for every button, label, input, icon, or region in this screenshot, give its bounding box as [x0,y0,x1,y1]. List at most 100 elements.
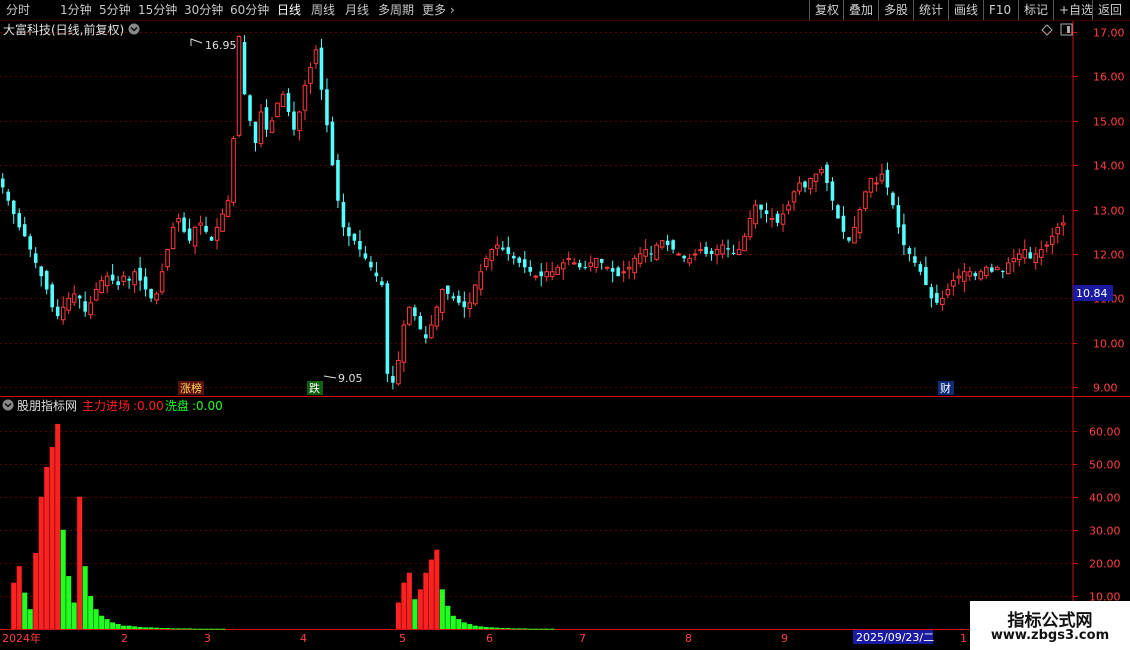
candle-body-down [242,42,247,95]
period-multi[interactable]: 多周期 [378,0,414,20]
bar-washout [132,626,138,629]
candle-body-up [1055,226,1061,235]
period-1min[interactable]: 1分钟 [60,0,92,20]
main-y-tick-label: 9.00 [1093,382,1118,395]
x-label-may: 5 [399,632,406,645]
candle-body-up [637,253,643,264]
candle-body-down [671,240,675,250]
candle-body-up [687,257,692,264]
candle-body-down [825,164,829,183]
bar-washout [522,628,528,630]
candle-body-up [791,191,797,203]
candle-body-down [577,263,582,268]
candle-body-down [528,267,533,272]
main-y-tick-label: 12.00 [1093,249,1125,262]
bar-washout [22,592,28,629]
candle-body-down [462,301,467,308]
bar-washout [483,627,489,629]
candle-body-down [363,253,368,259]
bar-main-force [417,589,423,629]
period-daily[interactable]: 日线 [277,0,301,20]
candle-body-up [176,217,181,223]
candle-body-up [88,302,93,316]
candle-body-up [1017,253,1022,260]
period-15min[interactable]: 15分钟 [138,0,177,20]
multi-stock-button[interactable]: 多股 [878,0,913,20]
candle-body-down [1001,271,1005,273]
x-label-apr: 4 [300,632,307,645]
candle-body-down [841,215,846,232]
candle-body-down [369,261,373,268]
chevron-down-icon[interactable] [128,23,140,35]
x-label-sep: 9 [781,632,788,645]
chart-area[interactable]: 9.0010.0011.0012.0013.0014.0015.0016.001… [0,21,1130,650]
bar-washout [198,628,204,630]
more-menu[interactable]: 更多 › [422,0,455,20]
candle-body-down [11,200,16,215]
candle-body-down [110,274,115,281]
candle-body-down [336,159,340,201]
candle-body-up [269,120,275,133]
x-label-feb: 2 [121,632,128,645]
candle-body-up [170,226,176,250]
bar-washout [176,628,182,630]
candle-body-up [93,288,99,301]
candle-body-up [808,178,813,190]
candle-body-down [264,107,269,130]
candle-body-up [753,204,758,225]
bar-washout [533,628,539,630]
candle-body-up [104,275,110,287]
back-button[interactable]: 返回 [1092,0,1127,20]
bar-washout [467,624,473,629]
bar-washout [527,628,533,630]
candle-body-down [143,276,148,290]
period-30min[interactable]: 30分钟 [184,0,223,20]
candle-body-up [484,257,489,268]
f10-button[interactable]: F10 [983,0,1016,20]
bar-washout [154,627,160,629]
candle-body-up [236,36,242,136]
bar-washout [220,628,226,630]
candle-body-up [555,266,561,276]
candle-body-up [967,271,973,277]
bar-washout [511,628,517,630]
draw-line-button[interactable]: 画线 [948,0,983,20]
candle-body-up [198,222,203,226]
diamond-icon[interactable] [1041,24,1053,36]
period-weekly[interactable]: 周线 [311,0,335,20]
candle-body-up [533,275,539,278]
main-y-tick-label: 15.00 [1093,116,1125,129]
period-monthly[interactable]: 月线 [345,0,369,20]
candle-body-down [506,247,511,254]
sub-chevron-down-icon[interactable] [2,399,14,411]
candle-body-up [99,280,104,294]
mark-button[interactable]: 标记 [1018,0,1053,20]
candle-body-up [769,217,775,220]
bar-washout [489,627,495,629]
bar-washout [538,628,544,630]
candle-body-down [896,205,901,228]
period-5min[interactable]: 5分钟 [99,0,131,20]
main-y-tick-label: 17.00 [1093,27,1125,40]
candle-body-down [28,236,33,250]
period-fenshi[interactable]: 分时 [6,0,30,20]
candle-body-up [945,288,951,296]
period-60min[interactable]: 60分钟 [230,0,269,20]
event-tag-fall-label: 跌 [309,381,320,395]
panel-toggle-icon[interactable] [1060,23,1073,36]
indicator-title: 股朋指标网 [17,398,77,413]
candle-body-up [956,275,962,279]
main-y-axis: 9.0010.0011.0012.0013.0014.0015.0016.001… [1073,27,1125,395]
candle-body-down [116,281,120,286]
bar-washout [27,609,33,629]
overlay-button[interactable]: 叠加 [843,0,878,20]
main-y-tick-label: 10.00 [1093,338,1125,351]
crosshair-date-label: 2025/09/23/二 [856,631,934,644]
candle-body-down [83,301,87,312]
bar-washout [60,529,66,629]
stats-button[interactable]: 统计 [913,0,948,20]
candle-body-down [380,281,384,286]
fuquan-button[interactable]: 复权 [809,0,844,20]
candle-body-up [566,257,572,260]
candle-body-up [467,302,473,310]
